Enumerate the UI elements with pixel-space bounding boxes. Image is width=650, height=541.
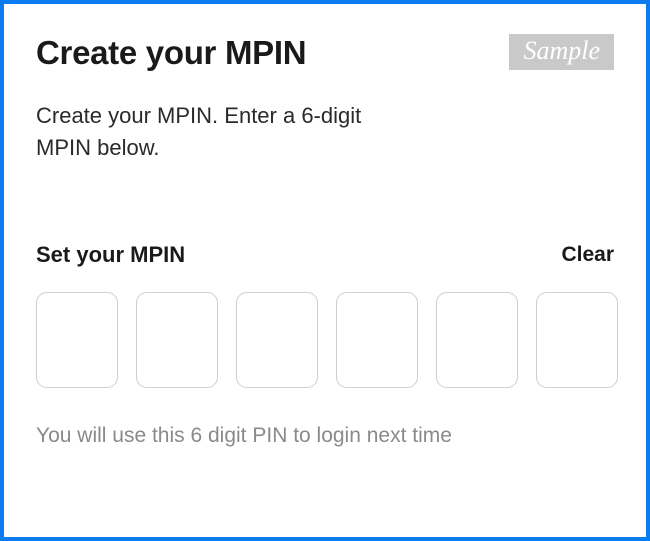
- section-label: Set your MPIN: [36, 242, 185, 268]
- section-header: Set your MPIN Clear: [36, 242, 614, 268]
- description-text: Create your MPIN. Enter a 6-digit MPIN b…: [36, 100, 416, 164]
- sample-badge: Sample: [509, 34, 614, 70]
- footer-text: You will use this 6 digit PIN to login n…: [36, 424, 614, 448]
- pin-digit-6[interactable]: [536, 292, 618, 388]
- clear-button[interactable]: Clear: [561, 243, 614, 267]
- page-title: Create your MPIN: [36, 34, 306, 72]
- header: Create your MPIN Sample: [36, 34, 614, 72]
- pin-digit-2[interactable]: [136, 292, 218, 388]
- pin-digit-4[interactable]: [336, 292, 418, 388]
- pin-digit-1[interactable]: [36, 292, 118, 388]
- mpin-screen: Create your MPIN Sample Create your MPIN…: [0, 0, 650, 541]
- pin-digit-3[interactable]: [236, 292, 318, 388]
- pin-digit-5[interactable]: [436, 292, 518, 388]
- pin-input-row: [36, 292, 614, 388]
